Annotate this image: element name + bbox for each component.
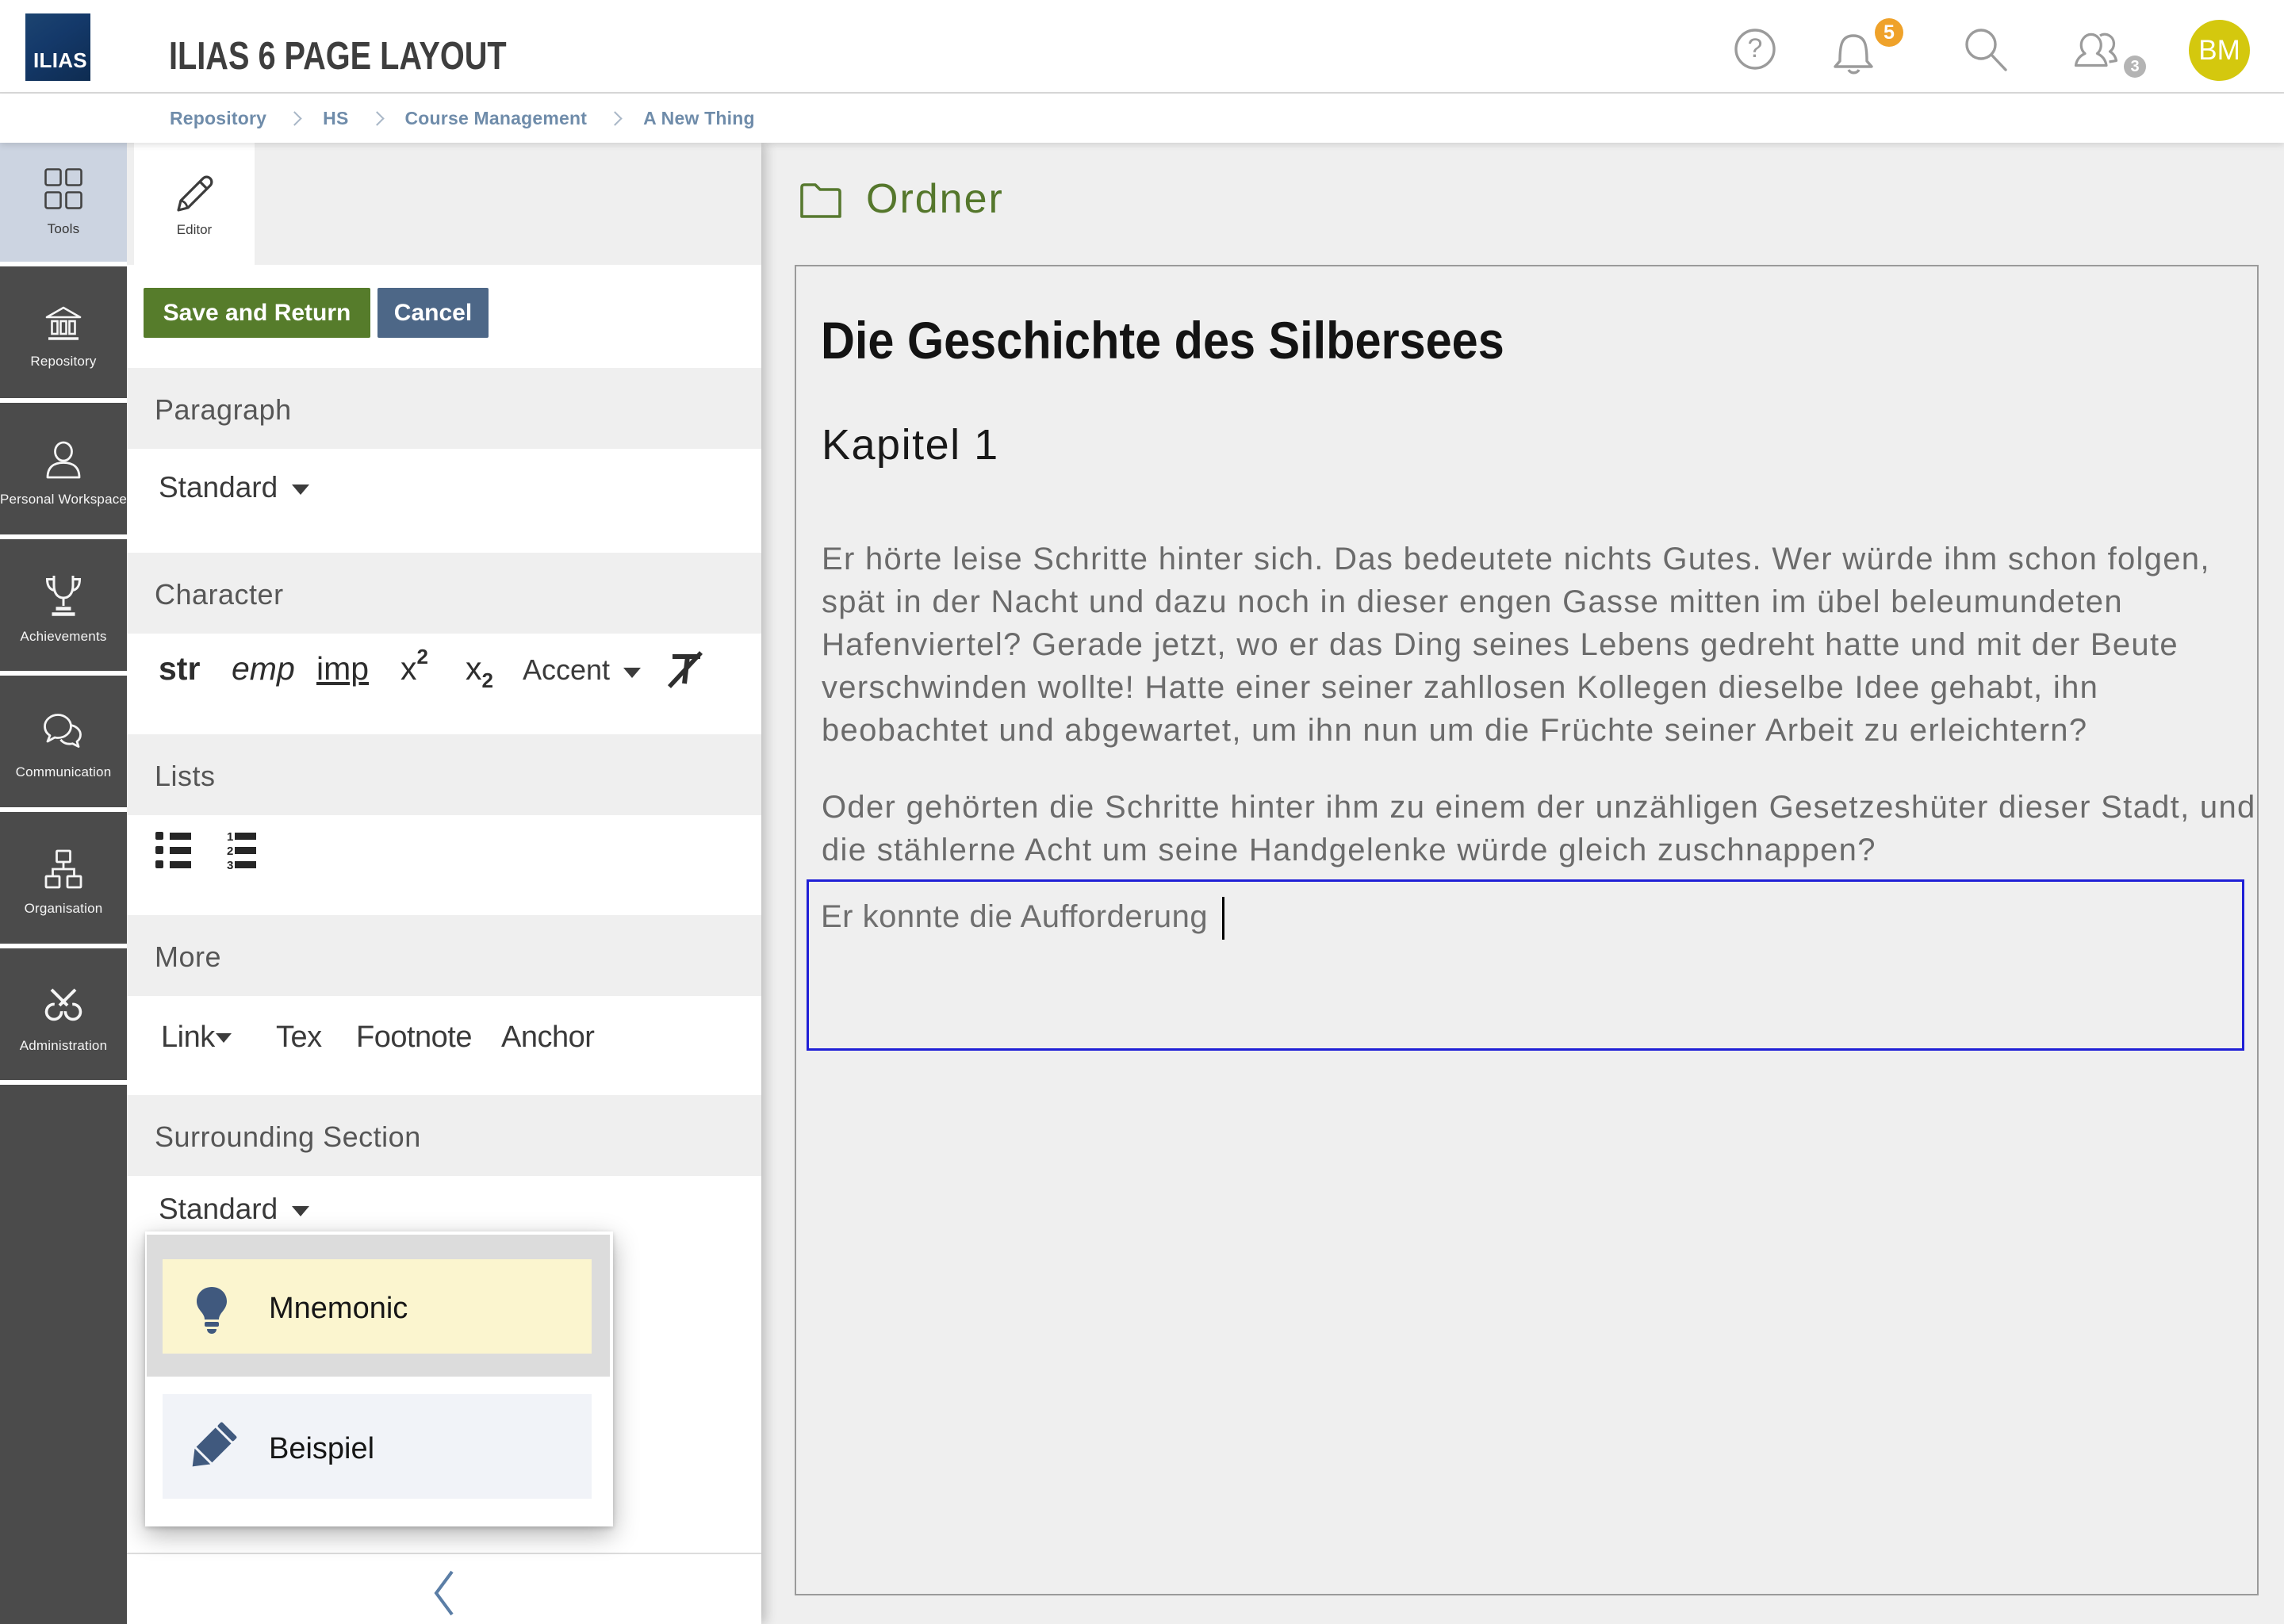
svg-text:?: ? xyxy=(1748,33,1763,63)
svg-text:2: 2 xyxy=(227,845,233,858)
svg-text:3: 3 xyxy=(227,859,233,869)
svg-text:1: 1 xyxy=(227,831,233,844)
